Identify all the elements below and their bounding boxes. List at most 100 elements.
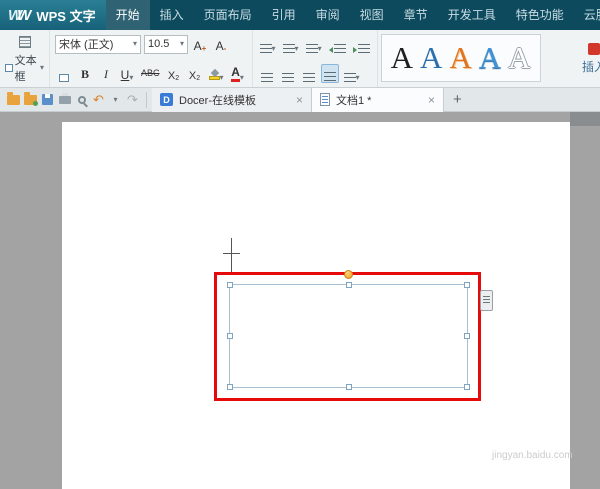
underline-button[interactable]: U ▾: [118, 64, 136, 83]
resize-handle-e[interactable]: [464, 333, 470, 339]
bullet-list-icon: [260, 44, 272, 53]
open-file-button[interactable]: [5, 91, 22, 108]
menu-tab-page-layout[interactable]: 页面布局: [194, 0, 262, 30]
justify-button[interactable]: [321, 64, 339, 83]
insert-wordart-button[interactable]: 插入: [572, 30, 600, 87]
superscript-mark: 2: [175, 75, 179, 82]
resize-handle-ne[interactable]: [464, 282, 470, 288]
strikethrough-button[interactable]: ABC: [139, 64, 162, 83]
close-tab-icon[interactable]: ×: [428, 94, 435, 106]
textbox-selection[interactable]: [229, 284, 468, 388]
chevron-down-icon: ▾: [40, 64, 44, 72]
chevron-down-icon: ▾: [220, 74, 224, 82]
resize-handle-nw[interactable]: [227, 282, 233, 288]
layout-options-button[interactable]: [480, 290, 493, 311]
tab-document1[interactable]: 文档1 * ×: [312, 88, 444, 112]
menu-tab-view[interactable]: 视图: [350, 0, 394, 30]
menu-tab-home[interactable]: 开始: [106, 0, 150, 30]
align-center-icon: [282, 73, 294, 82]
menu-tab-references[interactable]: 引用: [262, 0, 306, 30]
grow-font-button[interactable]: A+: [191, 35, 209, 54]
template-folder-icon: [24, 95, 37, 105]
undo-button[interactable]: ↶: [90, 91, 107, 108]
ribbon-group-textbox: 文本框 ▾: [0, 30, 50, 87]
align-right-button[interactable]: [300, 64, 318, 83]
format-painter-icon: [59, 74, 69, 82]
chevron-down-icon: ▾: [133, 40, 137, 48]
wordart-style-5[interactable]: A: [508, 36, 530, 80]
text-direction-button[interactable]: [15, 33, 35, 51]
resize-handle-w[interactable]: [227, 333, 233, 339]
resize-handle-sw[interactable]: [227, 384, 233, 390]
save-icon: [42, 94, 53, 105]
print-button[interactable]: [56, 91, 73, 108]
font-color-button[interactable]: A ▾: [229, 64, 247, 83]
chevron-down-icon: ▾: [129, 74, 133, 82]
text-cursor-crosshair: [223, 253, 240, 254]
subscript-button[interactable]: X2: [186, 64, 204, 83]
textbox-button[interactable]: 文本框 ▾: [5, 52, 44, 84]
menu-tab-special-features[interactable]: 特色功能: [506, 0, 574, 30]
undo-dropdown-button[interactable]: ▾: [107, 91, 124, 108]
quick-access-bar: ↶ ▾ ↷ D Docer-在线模板 × 文档1 * × +: [0, 88, 600, 112]
new-tab-button[interactable]: +: [444, 91, 471, 108]
undo-icon: ↶: [93, 93, 104, 106]
chevron-down-icon: ▾: [180, 40, 184, 48]
tab-label: Docer-在线模板: [179, 92, 290, 108]
rotation-handle[interactable]: [344, 270, 353, 279]
font-color-letter: A: [231, 66, 240, 82]
wps-logo[interactable]: W W WPS 文字: [0, 0, 106, 30]
save-button[interactable]: [39, 91, 56, 108]
bold-button[interactable]: B: [76, 64, 94, 83]
docer-icon: D: [160, 93, 173, 106]
multilevel-list-button[interactable]: ▾: [304, 35, 324, 54]
font-size-select[interactable]: 10.5 ▾: [144, 35, 188, 54]
chevron-down-icon: ▾: [113, 96, 117, 104]
print-preview-button[interactable]: [73, 91, 90, 108]
menu-tab-review[interactable]: 审阅: [306, 0, 350, 30]
document-area[interactable]: jingyan.baidu.com: [0, 112, 600, 489]
wordart-style-2[interactable]: A: [420, 36, 442, 80]
wordart-style-1[interactable]: A: [391, 36, 413, 80]
superscript-button[interactable]: X2: [165, 64, 183, 83]
increase-indent-button[interactable]: [351, 35, 372, 54]
tab-docer-templates[interactable]: D Docer-在线模板 ×: [152, 88, 312, 112]
resize-handle-s[interactable]: [346, 384, 352, 390]
format-painter-button[interactable]: [55, 64, 73, 83]
align-right-icon: [303, 73, 315, 82]
decrease-indent-button[interactable]: [327, 35, 348, 54]
decrease-indent-icon: [329, 47, 333, 53]
close-tab-icon[interactable]: ×: [296, 94, 303, 106]
font-name-select[interactable]: 宋体 (正文) ▾: [55, 35, 141, 54]
italic-button[interactable]: I: [97, 64, 115, 83]
resize-handle-se[interactable]: [464, 384, 470, 390]
resize-handle-n[interactable]: [346, 282, 352, 288]
line-spacing-button[interactable]: ▾: [342, 64, 362, 83]
highlight-color-button[interactable]: ▾: [207, 64, 226, 83]
titlebar: W W WPS 文字 开始 插入 页面布局 引用 审阅 视图 章节 开发工具 特…: [0, 0, 600, 30]
indent-bars-icon: [358, 44, 370, 53]
wordart-gallery: A A A A A: [381, 34, 541, 82]
wordart-style-3[interactable]: A: [449, 36, 471, 80]
align-left-button[interactable]: [258, 64, 276, 83]
menu-tab-section[interactable]: 章节: [394, 0, 438, 30]
new-from-template-button[interactable]: [22, 91, 39, 108]
wps-window: W W WPS 文字 开始 插入 页面布局 引用 审阅 视图 章节 开发工具 特…: [0, 0, 600, 489]
chevron-down-icon: ▾: [272, 45, 276, 53]
menu-tab-developer[interactable]: 开发工具: [438, 0, 506, 30]
redo-button[interactable]: ↷: [124, 91, 141, 108]
text-direction-icon: [19, 36, 31, 48]
insert-wordart-icon: [588, 43, 600, 55]
bullet-list-button[interactable]: ▾: [258, 35, 278, 54]
menu-tab-insert[interactable]: 插入: [150, 0, 194, 30]
print-icon: [59, 96, 71, 104]
align-center-button[interactable]: [279, 64, 297, 83]
insert-wordart-label: 插入: [582, 58, 600, 75]
number-list-button[interactable]: ▾: [281, 35, 301, 54]
font-size-value: 10.5: [148, 38, 169, 50]
shrink-font-button[interactable]: A-: [212, 35, 230, 54]
menu-tab-cloud[interactable]: 云服务: [574, 0, 600, 30]
document-icon: [320, 93, 330, 106]
superscript-letter: X: [168, 70, 175, 82]
wordart-style-4[interactable]: A: [479, 36, 501, 80]
